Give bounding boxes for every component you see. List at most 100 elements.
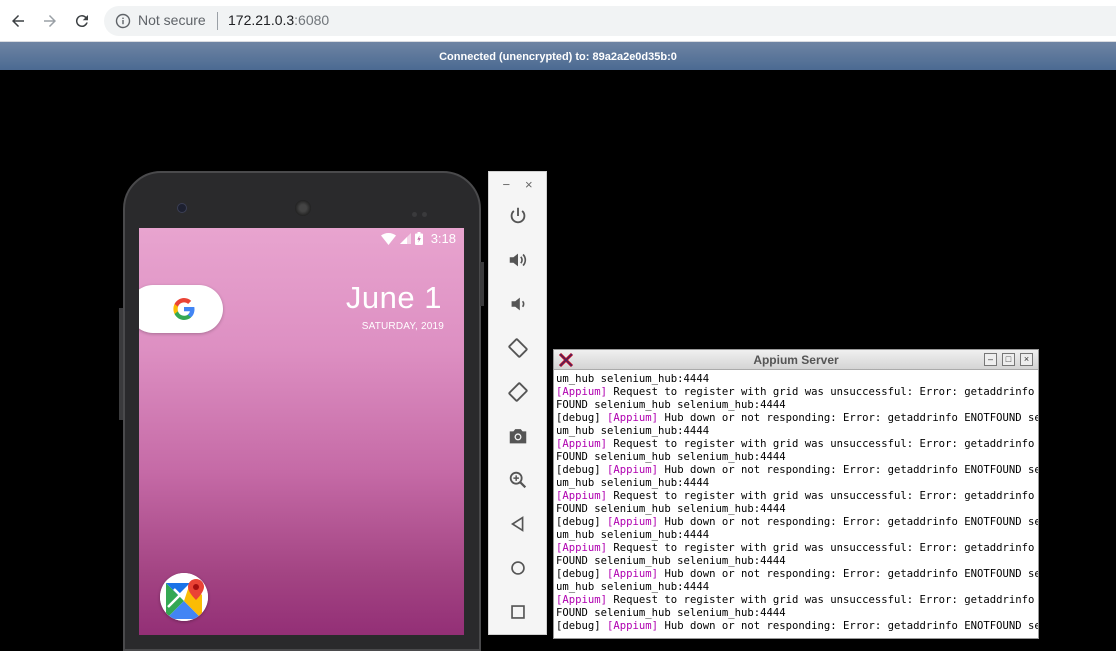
- log-text: um_hub selenium_hub:4444: [556, 581, 710, 593]
- log-line: um_hub selenium_hub:4444: [556, 529, 1038, 542]
- clock: 3:18: [430, 231, 456, 246]
- log-text: Hub down or not responding: Error: getad…: [658, 412, 1038, 424]
- log-text: FOUND selenium_hub selenium_hub:4444: [556, 607, 786, 619]
- log-text: Request to register with grid was unsucc…: [607, 490, 1038, 502]
- log-tag: [Appium]: [556, 438, 608, 450]
- log-line: FOUND selenium_hub selenium_hub:4444: [556, 503, 1038, 516]
- log-tag: [Appium]: [607, 464, 659, 476]
- log-line: FOUND selenium_hub selenium_hub:4444: [556, 451, 1038, 464]
- back-button[interactable]: [503, 509, 533, 539]
- address-bar[interactable]: Not secure 172.21.0.3:6080: [104, 6, 1116, 36]
- back-icon: [510, 516, 524, 532]
- rotate-left-icon: [508, 338, 528, 358]
- phone-power-button: [480, 262, 484, 306]
- log-text: Request to register with grid was unsucc…: [607, 386, 1038, 398]
- log-tag: [Appium]: [607, 620, 659, 632]
- home-button[interactable]: [503, 553, 533, 583]
- android-status-bar: 3:18: [139, 228, 464, 250]
- log-line: [Appium] Request to register with grid w…: [556, 386, 1038, 399]
- log-text: FOUND selenium_hub selenium_hub:4444: [556, 555, 786, 567]
- log-tag: [Appium]: [556, 386, 608, 398]
- camera-icon: [509, 429, 527, 444]
- info-icon[interactable]: [115, 13, 131, 29]
- phone-top-bezel: [125, 173, 479, 228]
- date-widget-weekday: SATURDAY, 2019: [361, 321, 444, 332]
- log-level: [debug]: [556, 568, 608, 580]
- volume-down-icon: [511, 297, 525, 311]
- overview-button[interactable]: [503, 597, 533, 627]
- browser-toolbar: Not secure 172.21.0.3:6080: [0, 0, 1116, 42]
- log-text: Hub down or not responding: Error: getad…: [658, 464, 1038, 476]
- volume-up-icon: [509, 253, 527, 267]
- log-tag: [Appium]: [607, 516, 659, 528]
- url-text[interactable]: 172.21.0.3:6080: [228, 12, 329, 28]
- log-line: [Appium] Request to register with grid w…: [556, 542, 1038, 555]
- appium-log-output: um_hub selenium_hub:4444 [Appium] Request…: [556, 373, 1038, 637]
- maps-icon[interactable]: [160, 573, 208, 621]
- log-tag: [Appium]: [607, 412, 659, 424]
- log-text: Request to register with grid was unsucc…: [607, 438, 1038, 450]
- overview-icon: [511, 605, 525, 619]
- log-text: Hub down or not responding: Error: getad…: [658, 516, 1038, 528]
- close-button[interactable]: ×: [525, 178, 533, 192]
- log-text: Hub down or not responding: Error: getad…: [658, 568, 1038, 580]
- log-line: [debug] [Appium] Hub down or not respond…: [556, 464, 1038, 477]
- log-level: [debug]: [556, 412, 608, 424]
- log-level: [debug]: [556, 464, 608, 476]
- google-search-widget[interactable]: [139, 285, 223, 333]
- signal-icon: [399, 233, 411, 244]
- rotate-right-button[interactable]: [503, 377, 533, 407]
- appium-maximize-button[interactable]: □: [1002, 353, 1015, 366]
- log-line: [Appium] Request to register with grid w…: [556, 438, 1038, 451]
- log-tag: [Appium]: [556, 542, 608, 554]
- url-port: :6080: [294, 12, 330, 28]
- zoom-icon: [509, 471, 527, 489]
- log-text: um_hub selenium_hub:4444: [556, 529, 710, 541]
- log-line: [debug] [Appium] Hub down or not respond…: [556, 568, 1038, 581]
- log-line: um_hub selenium_hub:4444: [556, 373, 1038, 386]
- log-text: Request to register with grid was unsucc…: [607, 594, 1038, 606]
- proximity-sensor: [412, 204, 432, 217]
- log-line: [Appium] Request to register with grid w…: [556, 490, 1038, 503]
- appium-server-window[interactable]: Appium Server – □ × um_hub selenium_hub:…: [553, 349, 1039, 639]
- appium-minimize-button[interactable]: –: [984, 353, 997, 366]
- log-text: FOUND selenium_hub selenium_hub:4444: [556, 399, 786, 411]
- volume-up-button[interactable]: [503, 245, 533, 275]
- earpiece-speaker: [295, 200, 311, 216]
- screenshot-button[interactable]: [503, 421, 533, 451]
- log-text: um_hub selenium_hub:4444: [556, 425, 710, 437]
- log-line: [debug] [Appium] Hub down or not respond…: [556, 412, 1038, 425]
- log-line: [debug] [Appium] Hub down or not respond…: [556, 516, 1038, 529]
- appium-close-button[interactable]: ×: [1020, 353, 1033, 366]
- log-text: FOUND selenium_hub selenium_hub:4444: [556, 503, 786, 515]
- omnibox-divider: [217, 12, 218, 30]
- appium-window-title: Appium Server: [753, 353, 839, 367]
- log-text: FOUND selenium_hub selenium_hub:4444: [556, 451, 786, 463]
- minimize-button[interactable]: −: [502, 178, 510, 192]
- emulator-toolbar: − ×: [488, 171, 547, 635]
- power-button[interactable]: [503, 201, 533, 231]
- log-tag: [Appium]: [556, 490, 608, 502]
- rotate-left-button[interactable]: [503, 333, 533, 363]
- log-level: [debug]: [556, 516, 608, 528]
- forward-icon[interactable]: [38, 9, 62, 33]
- volume-down-button[interactable]: [503, 289, 533, 319]
- security-label: Not secure: [138, 12, 206, 28]
- back-icon[interactable]: [6, 9, 30, 33]
- battery-icon: [414, 232, 423, 245]
- date-widget-day[interactable]: June 1: [346, 280, 442, 316]
- zoom-button[interactable]: [503, 465, 533, 495]
- log-line: FOUND selenium_hub selenium_hub:4444: [556, 607, 1038, 620]
- log-text: um_hub selenium_hub:4444: [556, 373, 710, 385]
- appium-titlebar[interactable]: Appium Server – □ ×: [554, 350, 1038, 370]
- power-icon: [510, 207, 526, 224]
- log-text: Hub down or not responding: Error: getad…: [658, 620, 1038, 632]
- url-host: 172.21.0.3: [228, 12, 295, 28]
- phone-screen[interactable]: 3:18 June 1 SATURDAY, 2019: [139, 228, 464, 635]
- log-line: FOUND selenium_hub selenium_hub:4444: [556, 399, 1038, 412]
- log-line: FOUND selenium_hub selenium_hub:4444: [556, 555, 1038, 568]
- reload-icon[interactable]: [70, 9, 94, 33]
- log-line: [debug] [Appium] Hub down or not respond…: [556, 620, 1038, 633]
- front-camera: [177, 203, 187, 213]
- log-level: [debug]: [556, 620, 608, 632]
